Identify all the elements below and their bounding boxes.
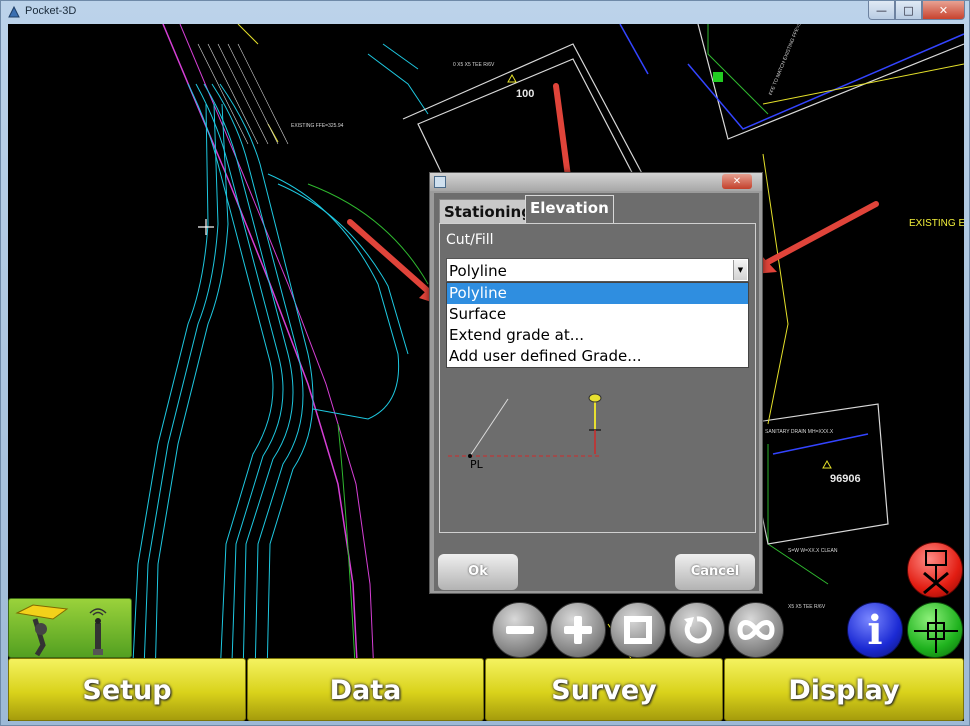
refresh-button[interactable] (669, 602, 725, 658)
pl-label: PL (470, 458, 483, 471)
menu-setup[interactable]: Setup (8, 658, 246, 721)
maximize-button[interactable]: □ (895, 1, 922, 20)
zoom-window-button[interactable] (610, 602, 666, 658)
note-label-1: 0 X5 X5 TEE R/6V (453, 62, 495, 68)
option-polyline[interactable]: Polyline (447, 283, 748, 304)
infinity-icon (737, 620, 775, 640)
dialog-close-button[interactable]: ✕ (722, 174, 752, 189)
refresh-icon (684, 616, 712, 644)
zoom-out-button[interactable] (492, 602, 548, 658)
minimize-button[interactable]: — (868, 1, 895, 20)
cutfill-select-value: Polyline (449, 262, 507, 280)
dialog-title-bar: ✕ (430, 173, 762, 191)
option-surface[interactable]: Surface (447, 304, 748, 325)
store-point-icon (923, 550, 949, 595)
point-label-96906: 96906 (830, 473, 861, 485)
store-point-button[interactable] (907, 542, 963, 598)
zoom-in-button[interactable] (550, 602, 606, 658)
cutfill-diagram (448, 393, 602, 458)
window-controls: — □ ✕ (868, 1, 965, 20)
elevation-panel: Cut/Fill Polyline ▼ Polyline Surface Ext… (439, 223, 756, 533)
app-icon (8, 5, 20, 18)
tab-elevation[interactable]: Elevation (525, 195, 614, 223)
cutfill-select[interactable]: Polyline ▼ (446, 258, 749, 282)
crosshair-icon (914, 609, 958, 653)
dialog-window-icon (434, 176, 446, 188)
existing-ffe-label: EXISTING FFE=325.94 (291, 123, 344, 129)
note-label-4: SANITARY DRAIN MH=XXX.X (765, 429, 834, 435)
existing-e-label: EXISTING E (909, 218, 964, 229)
gps-status-panel[interactable] (8, 598, 132, 658)
cancel-button[interactable]: Cancel (675, 554, 755, 590)
menu-display[interactable]: Display (724, 658, 964, 721)
info-button[interactable]: i (847, 602, 903, 658)
point-label-100: 100 (516, 88, 535, 100)
plus-icon (564, 616, 592, 644)
title-bar: Pocket-3D — □ ✕ (1, 1, 970, 23)
note-label-3: X5 X5 TEE R/6V (788, 604, 826, 610)
zoom-extents-button[interactable] (728, 602, 784, 658)
note-label-5: S=W W=XX.X CLEAN (788, 548, 838, 554)
minus-icon (506, 626, 534, 634)
menu-survey[interactable]: Survey (485, 658, 723, 721)
menu-data[interactable]: Data (247, 658, 484, 721)
cutfill-dropdown-list: Polyline Surface Extend grade at... Add … (446, 282, 749, 368)
rover-status-icon (15, 604, 107, 657)
cutfill-dialog: ✕ Stationing Elevation Cut/Fill Polyline… (429, 172, 763, 594)
option-user-grade[interactable]: Add user defined Grade... (447, 346, 748, 367)
square-icon (624, 616, 652, 644)
dropdown-arrow-icon[interactable]: ▼ (733, 260, 747, 280)
cutfill-label: Cut/Fill (446, 232, 494, 248)
window-title: Pocket-3D (25, 5, 77, 17)
option-extend-grade[interactable]: Extend grade at... (447, 325, 748, 346)
tab-stationing[interactable]: Stationing (439, 199, 537, 223)
close-button[interactable]: ✕ (922, 1, 965, 20)
crosshair-button[interactable] (907, 602, 963, 658)
app-window: Pocket-3D — □ ✕ 100 96906 EXISTING FFE=3… (0, 0, 970, 726)
dialog-body: Stationing Elevation Cut/Fill Polyline ▼… (434, 193, 759, 591)
ok-button[interactable]: Ok (438, 554, 518, 590)
